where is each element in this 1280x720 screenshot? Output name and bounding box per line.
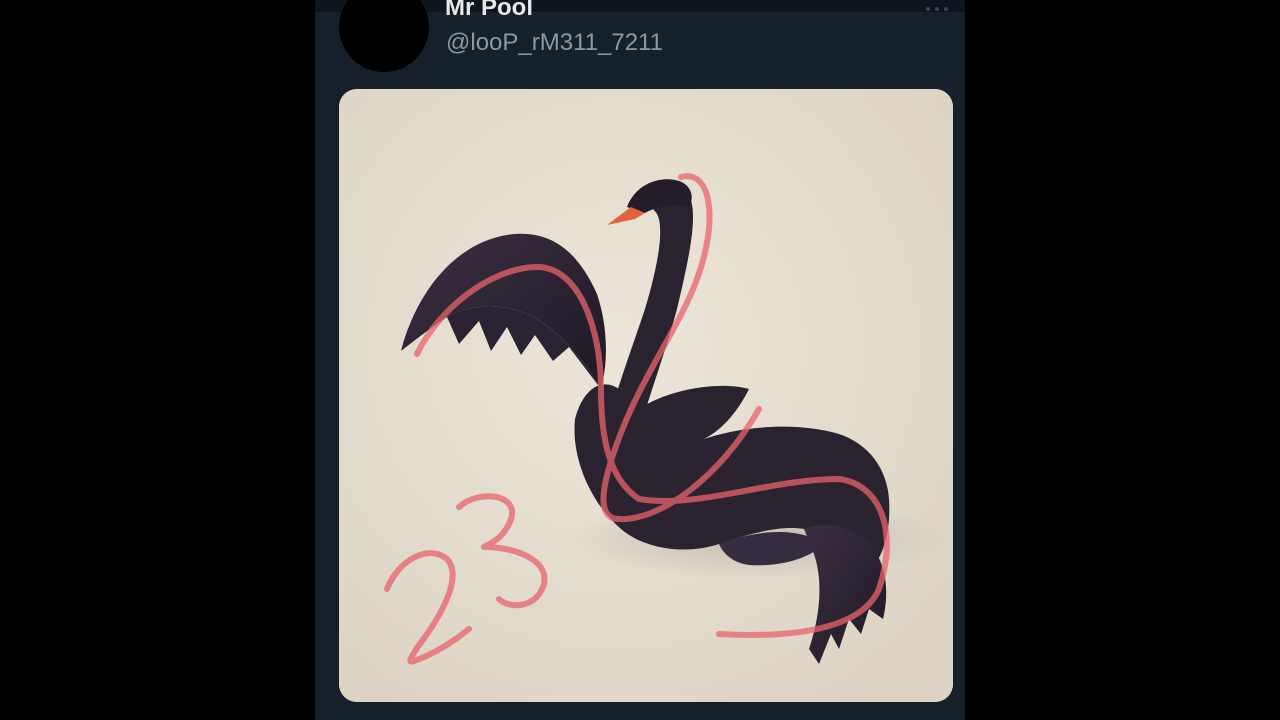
tweet-card: Mr Pool @looP_rM311_7211	[315, 0, 965, 720]
tweet-media-image[interactable]	[339, 89, 953, 702]
more-horizontal-icon[interactable]	[923, 2, 951, 16]
author-display-name[interactable]: Mr Pool	[445, 0, 533, 22]
swan-artwork	[339, 89, 953, 702]
screen-viewport: Mr Pool @looP_rM311_7211	[0, 0, 1280, 720]
avatar[interactable]	[339, 0, 429, 72]
author-handle[interactable]: @looP_rM311_7211	[446, 29, 663, 57]
